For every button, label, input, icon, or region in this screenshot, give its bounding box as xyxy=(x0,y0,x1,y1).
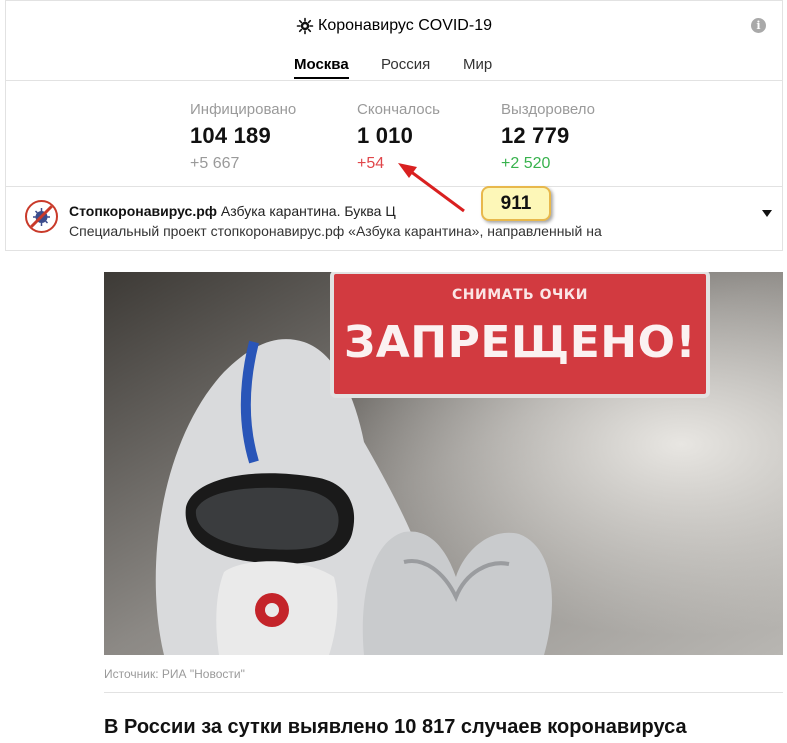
region-tabs: Москва Россия Мир xyxy=(6,56,782,80)
widget-title: Коронавирус COVID-19 xyxy=(6,17,782,35)
stat-label: Скончалось xyxy=(357,101,440,118)
stat-delta: +2 520 xyxy=(501,155,551,172)
stat-label: Инфицировано xyxy=(190,101,297,118)
stat-value: 12 779 xyxy=(501,123,570,148)
news-divider xyxy=(6,186,782,187)
annotation-callout: 911 xyxy=(481,186,551,221)
stat-infected: Инфицировано 104 189 +5 667 xyxy=(190,101,296,173)
photo-caption: Источник: РИА "Новости" xyxy=(104,667,245,681)
widget-title-text: Коронавирус COVID-19 xyxy=(318,17,492,34)
stat-value: 104 189 xyxy=(190,123,271,148)
covid-widget: Коронавирус COVID-19 i Москва Россия Мир… xyxy=(5,0,783,251)
sign-big-text: ЗАПРЕЩЕНО! xyxy=(343,317,697,368)
stat-recovered: Выздоровело 12 779 +2 520 xyxy=(501,101,595,173)
stat-deaths: Скончалось 1 010 +54 xyxy=(357,101,440,173)
stat-delta: +5 667 xyxy=(190,155,240,172)
stat-delta: +54 xyxy=(357,155,385,172)
stat-value: 1 010 xyxy=(357,123,414,148)
warning-sign: СНИМАТЬ ОЧКИ ЗАПРЕЩЕНО! xyxy=(332,272,708,396)
news-title: Азбука карантина. Буква Ц xyxy=(217,203,396,219)
tabs-divider xyxy=(6,80,782,81)
tab-world[interactable]: Мир xyxy=(463,56,492,79)
article-photo: СНИМАТЬ ОЧКИ ЗАПРЕЩЕНО! xyxy=(104,272,783,655)
info-icon[interactable]: i xyxy=(751,18,766,33)
news-title-row[interactable]: Стопкоронавирус.рф Азбука карантина. Бук… xyxy=(69,203,396,219)
stopcoronavirus-logo-icon xyxy=(25,200,58,233)
news-source: Стопкоронавирус.рф xyxy=(69,203,218,219)
stat-label: Выздоровело xyxy=(501,101,596,118)
article-headline[interactable]: В России за сутки выявлено 10 817 случае… xyxy=(104,716,687,739)
sign-small-text: СНИМАТЬ ОЧКИ xyxy=(452,287,588,303)
virus-icon xyxy=(296,17,314,35)
caret-down-icon[interactable] xyxy=(762,210,772,217)
news-snippet: Специальный проект стопкоронавирус.рф «А… xyxy=(69,223,602,239)
tab-moscow[interactable]: Москва xyxy=(294,56,349,79)
article-divider xyxy=(104,692,783,693)
tab-russia[interactable]: Россия xyxy=(381,56,430,79)
